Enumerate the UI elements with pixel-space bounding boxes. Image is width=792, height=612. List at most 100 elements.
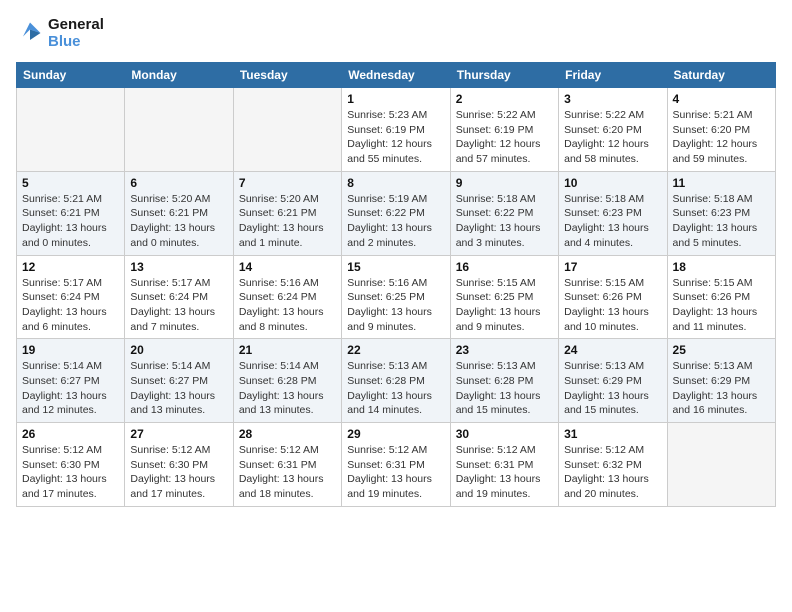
week-row-2: 5 Sunrise: 5:21 AMSunset: 6:21 PMDaylight… bbox=[17, 171, 776, 255]
day-number: 10 bbox=[564, 176, 661, 190]
day-number: 13 bbox=[130, 260, 227, 274]
calendar-header-row: SundayMondayTuesdayWednesdayThursdayFrid… bbox=[17, 63, 776, 88]
logo-text: General Blue bbox=[48, 16, 104, 50]
day-info: Sunrise: 5:16 AMSunset: 6:24 PMDaylight:… bbox=[239, 276, 336, 335]
day-cell: 21 Sunrise: 5:14 AMSunset: 6:28 PMDayligh… bbox=[233, 339, 341, 423]
day-info: Sunrise: 5:12 AMSunset: 6:31 PMDaylight:… bbox=[456, 443, 553, 502]
day-number: 6 bbox=[130, 176, 227, 190]
day-info: Sunrise: 5:23 AMSunset: 6:19 PMDaylight:… bbox=[347, 108, 444, 167]
day-number: 26 bbox=[22, 427, 119, 441]
day-number: 1 bbox=[347, 92, 444, 106]
day-number: 11 bbox=[673, 176, 770, 190]
day-cell: 12Sunrise: 5:17 AMSunset: 6:24 PMDayligh… bbox=[17, 255, 125, 339]
page-header: General Blue bbox=[16, 16, 776, 50]
day-number: 20 bbox=[130, 343, 227, 357]
week-row-3: 12Sunrise: 5:17 AMSunset: 6:24 PMDayligh… bbox=[17, 255, 776, 339]
day-info: Sunrise: 5:13 AMSunset: 6:28 PMDaylight:… bbox=[456, 359, 553, 418]
day-cell: 31 Sunrise: 5:12 AMSunset: 6:32 PMDayligh… bbox=[559, 423, 667, 507]
day-number: 18 bbox=[673, 260, 770, 274]
day-info: Sunrise: 5:13 AMSunset: 6:29 PMDaylight:… bbox=[673, 359, 770, 418]
day-info: Sunrise: 5:14 AMSunset: 6:27 PMDaylight:… bbox=[22, 359, 119, 418]
day-number: 7 bbox=[239, 176, 336, 190]
day-info: Sunrise: 5:15 AMSunset: 6:25 PMDaylight:… bbox=[456, 276, 553, 335]
day-number: 24 bbox=[564, 343, 661, 357]
day-info: Sunrise: 5:12 AMSunset: 6:31 PMDaylight:… bbox=[239, 443, 336, 502]
day-cell: 2 Sunrise: 5:22 AMSunset: 6:19 PMDaylight… bbox=[450, 88, 558, 172]
day-cell: 10 Sunrise: 5:18 AMSunset: 6:23 PMDayligh… bbox=[559, 171, 667, 255]
day-number: 30 bbox=[456, 427, 553, 441]
day-cell: 11 Sunrise: 5:18 AMSunset: 6:23 PMDayligh… bbox=[667, 171, 775, 255]
day-info: Sunrise: 5:17 AMSunset: 6:24 PMDaylight:… bbox=[130, 276, 227, 335]
day-cell: 19Sunrise: 5:14 AMSunset: 6:27 PMDayligh… bbox=[17, 339, 125, 423]
day-cell: 27Sunrise: 5:12 AMSunset: 6:30 PMDayligh… bbox=[125, 423, 233, 507]
day-cell: 25 Sunrise: 5:13 AMSunset: 6:29 PMDayligh… bbox=[667, 339, 775, 423]
day-cell bbox=[17, 88, 125, 172]
header-thursday: Thursday bbox=[450, 63, 558, 88]
day-cell bbox=[125, 88, 233, 172]
day-cell: 17Sunrise: 5:15 AMSunset: 6:26 PMDayligh… bbox=[559, 255, 667, 339]
header-friday: Friday bbox=[559, 63, 667, 88]
day-cell: 23Sunrise: 5:13 AMSunset: 6:28 PMDayligh… bbox=[450, 339, 558, 423]
day-number: 14 bbox=[239, 260, 336, 274]
day-info: Sunrise: 5:18 AMSunset: 6:23 PMDaylight:… bbox=[673, 192, 770, 251]
day-cell: 4Sunrise: 5:21 AMSunset: 6:20 PMDaylight… bbox=[667, 88, 775, 172]
day-cell: 8 Sunrise: 5:19 AMSunset: 6:22 PMDaylight… bbox=[342, 171, 450, 255]
day-number: 27 bbox=[130, 427, 227, 441]
day-number: 5 bbox=[22, 176, 119, 190]
day-info: Sunrise: 5:16 AMSunset: 6:25 PMDaylight:… bbox=[347, 276, 444, 335]
day-number: 25 bbox=[673, 343, 770, 357]
day-cell: 16Sunrise: 5:15 AMSunset: 6:25 PMDayligh… bbox=[450, 255, 558, 339]
day-cell: 30 Sunrise: 5:12 AMSunset: 6:31 PMDayligh… bbox=[450, 423, 558, 507]
day-cell: 18 Sunrise: 5:15 AMSunset: 6:26 PMDayligh… bbox=[667, 255, 775, 339]
day-info: Sunrise: 5:12 AMSunset: 6:32 PMDaylight:… bbox=[564, 443, 661, 502]
day-cell: 28 Sunrise: 5:12 AMSunset: 6:31 PMDayligh… bbox=[233, 423, 341, 507]
header-monday: Monday bbox=[125, 63, 233, 88]
day-number: 2 bbox=[456, 92, 553, 106]
day-cell: 14 Sunrise: 5:16 AMSunset: 6:24 PMDayligh… bbox=[233, 255, 341, 339]
day-cell: 20Sunrise: 5:14 AMSunset: 6:27 PMDayligh… bbox=[125, 339, 233, 423]
day-cell: 6Sunrise: 5:20 AMSunset: 6:21 PMDaylight… bbox=[125, 171, 233, 255]
day-info: Sunrise: 5:20 AMSunset: 6:21 PMDaylight:… bbox=[239, 192, 336, 251]
day-number: 29 bbox=[347, 427, 444, 441]
day-cell: 29 Sunrise: 5:12 AMSunset: 6:31 PMDayligh… bbox=[342, 423, 450, 507]
day-cell: 24 Sunrise: 5:13 AMSunset: 6:29 PMDayligh… bbox=[559, 339, 667, 423]
calendar-table: SundayMondayTuesdayWednesdayThursdayFrid… bbox=[16, 62, 776, 507]
day-cell: 22Sunrise: 5:13 AMSunset: 6:28 PMDayligh… bbox=[342, 339, 450, 423]
day-info: Sunrise: 5:13 AMSunset: 6:29 PMDaylight:… bbox=[564, 359, 661, 418]
day-number: 9 bbox=[456, 176, 553, 190]
day-info: Sunrise: 5:17 AMSunset: 6:24 PMDaylight:… bbox=[22, 276, 119, 335]
day-info: Sunrise: 5:18 AMSunset: 6:22 PMDaylight:… bbox=[456, 192, 553, 251]
week-row-1: 1 Sunrise: 5:23 AMSunset: 6:19 PMDaylight… bbox=[17, 88, 776, 172]
week-row-4: 19Sunrise: 5:14 AMSunset: 6:27 PMDayligh… bbox=[17, 339, 776, 423]
day-info: Sunrise: 5:14 AMSunset: 6:28 PMDaylight:… bbox=[239, 359, 336, 418]
day-cell: 5 Sunrise: 5:21 AMSunset: 6:21 PMDaylight… bbox=[17, 171, 125, 255]
day-cell: 1 Sunrise: 5:23 AMSunset: 6:19 PMDaylight… bbox=[342, 88, 450, 172]
day-number: 17 bbox=[564, 260, 661, 274]
day-cell: 7 Sunrise: 5:20 AMSunset: 6:21 PMDaylight… bbox=[233, 171, 341, 255]
header-wednesday: Wednesday bbox=[342, 63, 450, 88]
logo: General Blue bbox=[16, 16, 104, 50]
header-saturday: Saturday bbox=[667, 63, 775, 88]
day-info: Sunrise: 5:18 AMSunset: 6:23 PMDaylight:… bbox=[564, 192, 661, 251]
day-cell: 15 Sunrise: 5:16 AMSunset: 6:25 PMDayligh… bbox=[342, 255, 450, 339]
day-cell: 3Sunrise: 5:22 AMSunset: 6:20 PMDaylight… bbox=[559, 88, 667, 172]
day-cell: 9 Sunrise: 5:18 AMSunset: 6:22 PMDaylight… bbox=[450, 171, 558, 255]
day-info: Sunrise: 5:22 AMSunset: 6:20 PMDaylight:… bbox=[564, 108, 661, 167]
day-info: Sunrise: 5:19 AMSunset: 6:22 PMDaylight:… bbox=[347, 192, 444, 251]
day-number: 21 bbox=[239, 343, 336, 357]
logo-icon bbox=[16, 19, 44, 47]
day-number: 31 bbox=[564, 427, 661, 441]
header-tuesday: Tuesday bbox=[233, 63, 341, 88]
header-sunday: Sunday bbox=[17, 63, 125, 88]
day-number: 15 bbox=[347, 260, 444, 274]
day-info: Sunrise: 5:12 AMSunset: 6:31 PMDaylight:… bbox=[347, 443, 444, 502]
day-number: 8 bbox=[347, 176, 444, 190]
day-info: Sunrise: 5:15 AMSunset: 6:26 PMDaylight:… bbox=[673, 276, 770, 335]
day-info: Sunrise: 5:13 AMSunset: 6:28 PMDaylight:… bbox=[347, 359, 444, 418]
day-cell bbox=[233, 88, 341, 172]
day-number: 28 bbox=[239, 427, 336, 441]
day-cell: 26Sunrise: 5:12 AMSunset: 6:30 PMDayligh… bbox=[17, 423, 125, 507]
day-info: Sunrise: 5:22 AMSunset: 6:19 PMDaylight:… bbox=[456, 108, 553, 167]
day-number: 4 bbox=[673, 92, 770, 106]
day-info: Sunrise: 5:21 AMSunset: 6:21 PMDaylight:… bbox=[22, 192, 119, 251]
